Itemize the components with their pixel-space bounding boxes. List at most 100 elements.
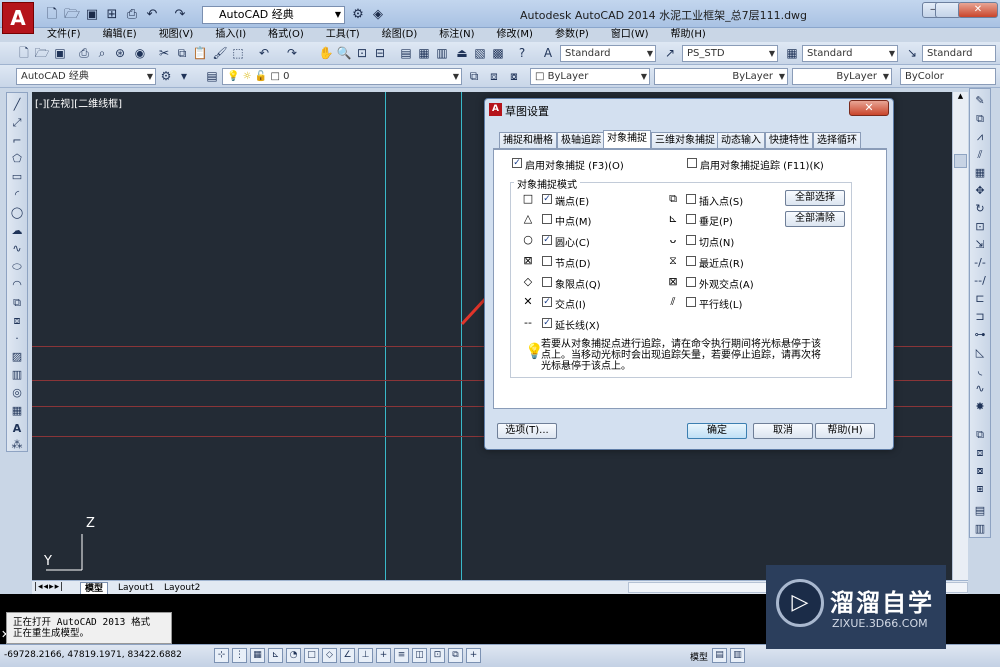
center-checkbox[interactable]	[542, 235, 552, 245]
snap-mode-icon[interactable]: ⋮	[232, 648, 247, 663]
workspace-settings-icon[interactable]: ⚙	[350, 7, 366, 23]
text-front-icon[interactable]: ▤	[972, 503, 988, 519]
menu-format[interactable]: 格式(O)	[257, 28, 315, 42]
make-block-icon[interactable]: ⧈	[9, 313, 25, 329]
application-menu-button[interactable]: A	[2, 2, 34, 34]
vertical-scrollbar[interactable]: ▲	[952, 92, 968, 580]
cancel-button[interactable]: 取消	[753, 423, 813, 439]
scroll-thumb[interactable]	[954, 154, 967, 168]
mirror-icon[interactable]: ⩘	[972, 129, 988, 145]
nearest-checkbox[interactable]	[686, 256, 696, 266]
help-button[interactable]: 帮助(H)	[815, 423, 875, 439]
select-all-button[interactable]: 全部选择	[785, 190, 845, 206]
ellipse-icon[interactable]: ⬭	[9, 259, 25, 275]
save-icon[interactable]: ▣	[84, 7, 100, 23]
tool-palettes-icon[interactable]: ▥	[434, 45, 450, 61]
draw-order-back-icon[interactable]: ⧈	[972, 445, 988, 461]
table-icon[interactable]: ▦	[9, 403, 25, 419]
trim-icon[interactable]: -/-	[972, 255, 988, 271]
copy-icon[interactable]: ⧉	[174, 45, 190, 61]
stretch-icon[interactable]: ⇲	[972, 237, 988, 253]
parallel-checkbox[interactable]	[686, 297, 696, 307]
draw-order-front-icon[interactable]: ⧉	[972, 427, 988, 443]
insert-block-icon[interactable]: ⧉	[9, 295, 25, 311]
text-style-dropdown[interactable]: Standard ▼	[560, 45, 656, 62]
calculator-icon[interactable]: ▩	[490, 45, 506, 61]
menu-help[interactable]: 帮助(H)	[660, 28, 717, 42]
midpoint-checkbox[interactable]	[542, 214, 552, 224]
layer-properties-icon[interactable]: ▤	[204, 68, 220, 84]
hatch-icon[interactable]: ▨	[9, 349, 25, 365]
grid-icon[interactable]: ▦	[250, 648, 265, 663]
open-icon[interactable]: 🗁	[34, 45, 50, 61]
save-as-icon[interactable]: ⊞	[104, 7, 120, 23]
ortho-icon[interactable]: ⊾	[268, 648, 283, 663]
dialog-close-button[interactable]: ✕	[849, 100, 889, 116]
tab-3d-object-snap[interactable]: 三维对象捕捉	[651, 132, 719, 148]
polyline-icon[interactable]: ⌐	[9, 133, 25, 149]
zoom-previous-icon[interactable]: ⊟	[372, 45, 388, 61]
polygon-icon[interactable]: ⬠	[9, 151, 25, 167]
region-icon[interactable]: ◎	[9, 385, 25, 401]
mleader-style-icon[interactable]: ↘	[904, 45, 920, 61]
construction-line-icon[interactable]: ⤢	[9, 115, 25, 131]
save-icon[interactable]: ▣	[52, 45, 68, 61]
table-style-icon[interactable]: ▦	[784, 45, 800, 61]
menu-dimension[interactable]: 标注(N)	[428, 28, 485, 42]
menu-parameter[interactable]: 参数(P)	[544, 28, 600, 42]
match-properties-icon[interactable]: 🖌	[212, 45, 228, 61]
menu-draw[interactable]: 绘图(D)	[371, 28, 429, 42]
extend-icon[interactable]: --/	[972, 273, 988, 289]
rectangle-icon[interactable]: ▭	[9, 169, 25, 185]
bring-above-icon[interactable]: ⧇	[972, 463, 988, 479]
dim-style-dropdown[interactable]: PS_STD ▼	[682, 45, 778, 62]
close-button[interactable]: ✕	[958, 2, 998, 18]
zoom-window-icon[interactable]: ⊡	[354, 45, 370, 61]
transparency-icon[interactable]: ◫	[412, 648, 427, 663]
model-space-toggle[interactable]: 模型	[690, 650, 708, 663]
tab-layout2[interactable]: Layout2	[160, 582, 204, 594]
3d-osnap-icon[interactable]: ◇	[322, 648, 337, 663]
layer-dropdown[interactable]: 💡 ☼ 🔓 □ 0 ▼	[222, 68, 462, 85]
help-icon[interactable]: ?	[514, 45, 530, 61]
revision-cloud-icon[interactable]: ☁	[9, 223, 25, 239]
gradient-icon[interactable]: ▥	[9, 367, 25, 383]
quick-properties-icon[interactable]: ⊡	[430, 648, 445, 663]
tab-snap-grid[interactable]: 捕捉和栅格	[499, 132, 557, 148]
circle-icon[interactable]: ◯	[9, 205, 25, 221]
color-dropdown[interactable]: □ ByLayer ▼	[530, 68, 650, 85]
print-icon[interactable]: ⎙	[76, 45, 92, 61]
intersection-checkbox[interactable]	[542, 297, 552, 307]
design-center-icon[interactable]: ▦	[416, 45, 432, 61]
markup-icon[interactable]: ▧	[472, 45, 488, 61]
layer-previous-icon[interactable]: ⧈	[486, 68, 502, 84]
enable-osnap-checkbox[interactable]	[512, 158, 522, 168]
new-icon[interactable]: 🗋	[16, 45, 32, 61]
pan-icon[interactable]: ✋	[318, 45, 334, 61]
menu-insert[interactable]: 插入(I)	[204, 28, 257, 42]
options-button[interactable]: 选项(T)...	[497, 423, 557, 439]
dim-style-icon[interactable]: ↗	[662, 45, 678, 61]
workspace-settings-icon[interactable]: ⚙	[158, 68, 174, 84]
undo-icon[interactable]: ↶	[144, 7, 160, 23]
menu-edit[interactable]: 编辑(E)	[92, 28, 148, 42]
break-point-icon[interactable]: ⊏	[972, 291, 988, 307]
sheet-set-icon[interactable]: ⏏	[454, 45, 470, 61]
layer-states-icon[interactable]: ⧇	[506, 68, 522, 84]
spline-icon[interactable]: ∿	[9, 241, 25, 257]
endpoint-checkbox[interactable]	[542, 194, 552, 204]
customize-icon[interactable]: ▾	[176, 68, 192, 84]
properties-icon[interactable]: ▤	[398, 45, 414, 61]
quadrant-checkbox[interactable]	[542, 277, 552, 287]
erase-icon[interactable]: ✎	[972, 93, 988, 109]
node-checkbox[interactable]	[542, 256, 552, 266]
menu-view[interactable]: 视图(V)	[148, 28, 205, 42]
tab-model[interactable]: 模型	[80, 582, 109, 594]
workspace-dropdown-2[interactable]: AutoCAD 经典 ▼	[16, 68, 156, 85]
fillet-icon[interactable]: ◟	[972, 363, 988, 379]
redo-icon[interactable]: ↷	[284, 45, 300, 61]
explode-icon[interactable]: ✸	[972, 399, 988, 415]
osnap-icon[interactable]: □	[304, 648, 319, 663]
layer-icon[interactable]: ◈	[370, 7, 386, 23]
break-icon[interactable]: ⊐	[972, 309, 988, 325]
